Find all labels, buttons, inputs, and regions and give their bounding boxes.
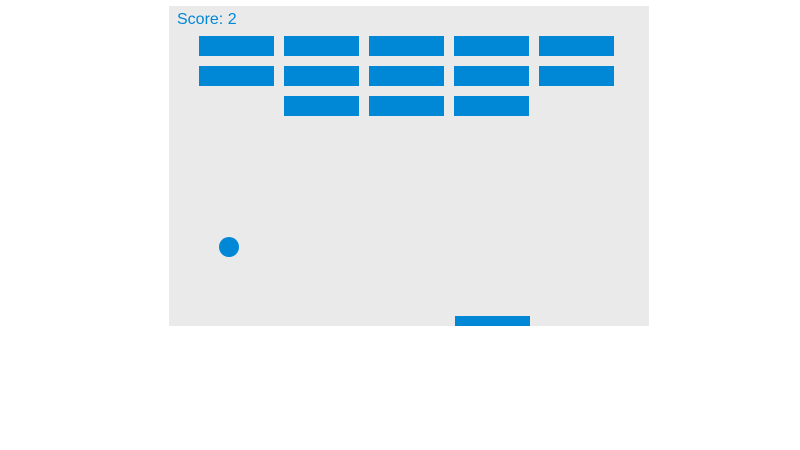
score-label: Score: 2 bbox=[177, 11, 237, 28]
ball bbox=[219, 237, 239, 257]
brick bbox=[539, 66, 614, 86]
brick bbox=[454, 36, 529, 56]
paddle[interactable] bbox=[455, 316, 530, 326]
brick bbox=[284, 36, 359, 56]
brick bbox=[454, 96, 529, 116]
brick bbox=[199, 36, 274, 56]
brick bbox=[199, 66, 274, 86]
game-canvas[interactable]: Score: 2 bbox=[169, 6, 649, 326]
brick bbox=[284, 66, 359, 86]
brick bbox=[284, 96, 359, 116]
brick bbox=[539, 36, 614, 56]
brick bbox=[369, 96, 444, 116]
brick bbox=[454, 66, 529, 86]
brick bbox=[369, 66, 444, 86]
brick bbox=[369, 36, 444, 56]
